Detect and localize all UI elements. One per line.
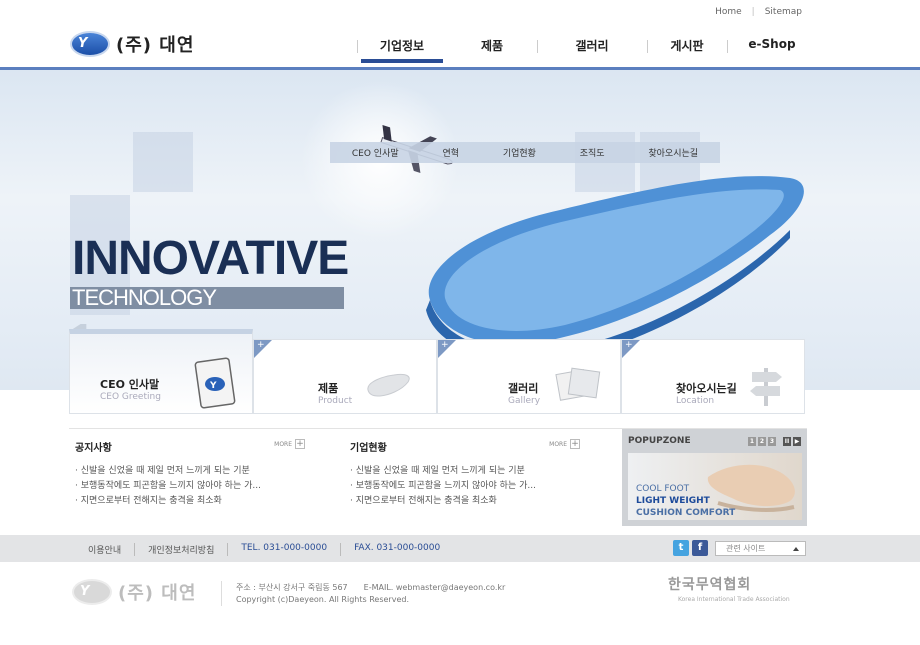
content-lower: 공지사항 MORE + · 신발을 신었을 때 제일 먼저 느끼게 되는 기분 ·… bbox=[69, 428, 807, 526]
subnav-ceo[interactable]: CEO 인사말 bbox=[352, 146, 399, 159]
list-item[interactable]: · 보행동작에도 피곤함을 느끼지 않아야 하는 가... bbox=[350, 479, 580, 494]
popup-line-3: CUSHION COMFORT bbox=[636, 508, 736, 518]
main-nav: 기업정보 제품 갤러리 게시판 e-Shop bbox=[357, 37, 817, 63]
list-item[interactable]: · 신발을 신었을 때 제일 먼저 느끼게 되는 기분 bbox=[350, 464, 580, 479]
board-title: 기업현황 bbox=[350, 443, 387, 454]
card-subtitle: Product bbox=[318, 396, 353, 406]
card-subtitle: Location bbox=[676, 396, 715, 406]
plus-icon: + bbox=[570, 439, 580, 449]
facebook-icon[interactable]: f bbox=[692, 540, 708, 556]
terms-link[interactable]: 이용안내 bbox=[88, 543, 134, 556]
footer-brand-name: (주) 대연 bbox=[118, 583, 197, 604]
subnav-org[interactable]: 조직도 bbox=[580, 146, 605, 159]
email: E-MAIL. webmaster@daeyeon.co.kr bbox=[363, 583, 506, 592]
card-title: 제품 bbox=[318, 382, 339, 395]
social-links: t f bbox=[673, 540, 708, 556]
card-title: 갤러리 bbox=[508, 382, 539, 395]
card-title: 찾아오시는길 bbox=[676, 382, 737, 395]
popup-header: POPUPZONE 1 2 3 II ▶ bbox=[622, 429, 807, 453]
sitemap-link[interactable]: Sitemap bbox=[765, 7, 802, 17]
card-subtitle: Gallery bbox=[508, 396, 541, 406]
tel-number: TEL. 031-000-0000 bbox=[227, 543, 340, 556]
gnb-products[interactable]: 제품 bbox=[447, 37, 537, 63]
visual-subline: TECHNOLOGY bbox=[72, 285, 217, 310]
logo[interactable]: Y (주) 대연 bbox=[70, 31, 194, 57]
gnb-company[interactable]: 기업정보 bbox=[357, 37, 447, 63]
company-status-board: 기업현황 MORE + · 신발을 신었을 때 제일 먼저 느끼게 되는 기분 ·… bbox=[350, 439, 580, 509]
card-ceo-greeting[interactable]: CEO 인사말 CEO Greeting Y bbox=[69, 329, 253, 414]
quick-menu: CEO 인사말 CEO Greeting Y + 제품 Product + 갤러… bbox=[69, 329, 807, 414]
subnav-history[interactable]: 연혁 bbox=[442, 146, 459, 159]
address: 주소 : 부산시 강서구 죽림동 567 bbox=[236, 583, 348, 592]
footer-logo: Y (주) 대연 bbox=[72, 579, 196, 605]
card-title: CEO 인사말 bbox=[100, 378, 160, 391]
fax-number: FAX. 031-000-0000 bbox=[340, 543, 453, 556]
popup-title: POPUPZONE bbox=[628, 436, 691, 446]
popup-banner[interactable]: COOL FOOT LIGHT WEIGHT CUSHION COMFORT bbox=[628, 453, 802, 520]
footer-info: 주소 : 부산시 강서구 죽림동 567 E-MAIL. webmaster@da… bbox=[236, 582, 505, 606]
utility-nav: Home | Sitemap bbox=[715, 7, 802, 17]
list-item[interactable]: · 보행동작에도 피곤함을 느끼지 않아야 하는 가... bbox=[75, 479, 305, 494]
footer-bar: 이용안내 개인정보처리방침 TEL. 031-000-0000 FAX. 031… bbox=[0, 535, 920, 562]
plus-icon: + bbox=[625, 340, 633, 350]
trade-association-logo[interactable]: 한국무역협회 Korea International Trade Associa… bbox=[668, 574, 790, 603]
popup-text: COOL FOOT LIGHT WEIGHT CUSHION COMFORT bbox=[636, 483, 735, 519]
visual-headline: INNOVATIVE bbox=[72, 232, 349, 285]
home-link[interactable]: Home bbox=[715, 7, 742, 17]
signpost-icon bbox=[750, 368, 782, 406]
popup-page-1[interactable]: 1 bbox=[748, 436, 756, 446]
list-item[interactable]: · 신발을 신었을 때 제일 먼저 느끼게 되는 기분 bbox=[75, 464, 305, 479]
photo-icon bbox=[555, 367, 601, 401]
play-icon[interactable]: ▶ bbox=[793, 436, 801, 446]
logo-mark-icon: Y bbox=[70, 31, 110, 57]
card-gallery[interactable]: + 갤러리 Gallery bbox=[437, 339, 621, 414]
popup-page-3[interactable]: 3 bbox=[768, 436, 776, 446]
gnb-eshop[interactable]: e-Shop bbox=[727, 37, 817, 63]
assoc-name-en: Korea International Trade Association bbox=[678, 596, 790, 603]
card-subtitle: CEO Greeting bbox=[100, 392, 161, 402]
plus-icon: + bbox=[441, 340, 449, 350]
popup-line-1: COOL FOOT bbox=[636, 484, 690, 494]
insole-icon bbox=[367, 373, 410, 397]
list-item[interactable]: · 지면으로부터 전해지는 충격을 최소화 bbox=[75, 494, 305, 509]
header: Home | Sitemap Y (주) 대연 기업정보 제품 갤러리 게시판 … bbox=[0, 0, 920, 68]
more-button[interactable]: MORE + bbox=[549, 439, 580, 449]
twitter-icon[interactable]: t bbox=[673, 540, 689, 556]
visual-subline-bar: TECHNOLOGY bbox=[70, 287, 344, 309]
privacy-link[interactable]: 개인정보처리방침 bbox=[134, 543, 227, 556]
card-product[interactable]: + 제품 Product bbox=[253, 339, 437, 414]
assoc-name-kr: 한국무역협회 bbox=[668, 577, 752, 593]
sub-nav: CEO 인사말 연혁 기업현황 조직도 찾아오시는길 bbox=[330, 142, 720, 163]
footer-links: 이용안내 개인정보처리방침 TEL. 031-000-0000 FAX. 031… bbox=[88, 543, 453, 556]
plus-icon: + bbox=[257, 340, 265, 350]
svg-text:Y: Y bbox=[209, 381, 217, 391]
divider: | bbox=[751, 7, 755, 17]
related-sites-select[interactable]: 관련 사이트 bbox=[715, 541, 806, 556]
gnb-board[interactable]: 게시판 bbox=[647, 37, 727, 63]
copyright: Copyright (c)Daeyeon. All Rights Reserve… bbox=[236, 595, 409, 604]
divider bbox=[221, 581, 222, 606]
subnav-status[interactable]: 기업현황 bbox=[503, 146, 536, 159]
gnb-gallery[interactable]: 갤러리 bbox=[537, 37, 647, 63]
popup-page-2[interactable]: 2 bbox=[758, 436, 766, 446]
card-location[interactable]: + 찾아오시는길 Location bbox=[621, 339, 805, 414]
board-title: 공지사항 bbox=[75, 443, 112, 454]
popup-controls: 1 2 3 II ▶ bbox=[748, 436, 801, 446]
more-button[interactable]: MORE + bbox=[274, 439, 305, 449]
notice-board: 공지사항 MORE + · 신발을 신었을 때 제일 먼저 느끼게 되는 기분 ·… bbox=[75, 439, 305, 509]
pause-icon[interactable]: II bbox=[783, 436, 791, 446]
tablet-icon: Y bbox=[194, 357, 236, 409]
list-item[interactable]: · 지면으로부터 전해지는 충격을 최소화 bbox=[350, 494, 580, 509]
subnav-location[interactable]: 찾아오시는길 bbox=[648, 146, 698, 159]
brand-name: (주) 대연 bbox=[116, 35, 195, 56]
chevron-up-icon bbox=[793, 547, 799, 551]
logo-mark-icon: Y bbox=[72, 579, 112, 605]
popup-zone: POPUPZONE 1 2 3 II ▶ COOL FOOT LIGHT WEI… bbox=[622, 429, 807, 526]
plus-icon: + bbox=[295, 439, 305, 449]
popup-line-2: LIGHT WEIGHT bbox=[636, 496, 710, 506]
